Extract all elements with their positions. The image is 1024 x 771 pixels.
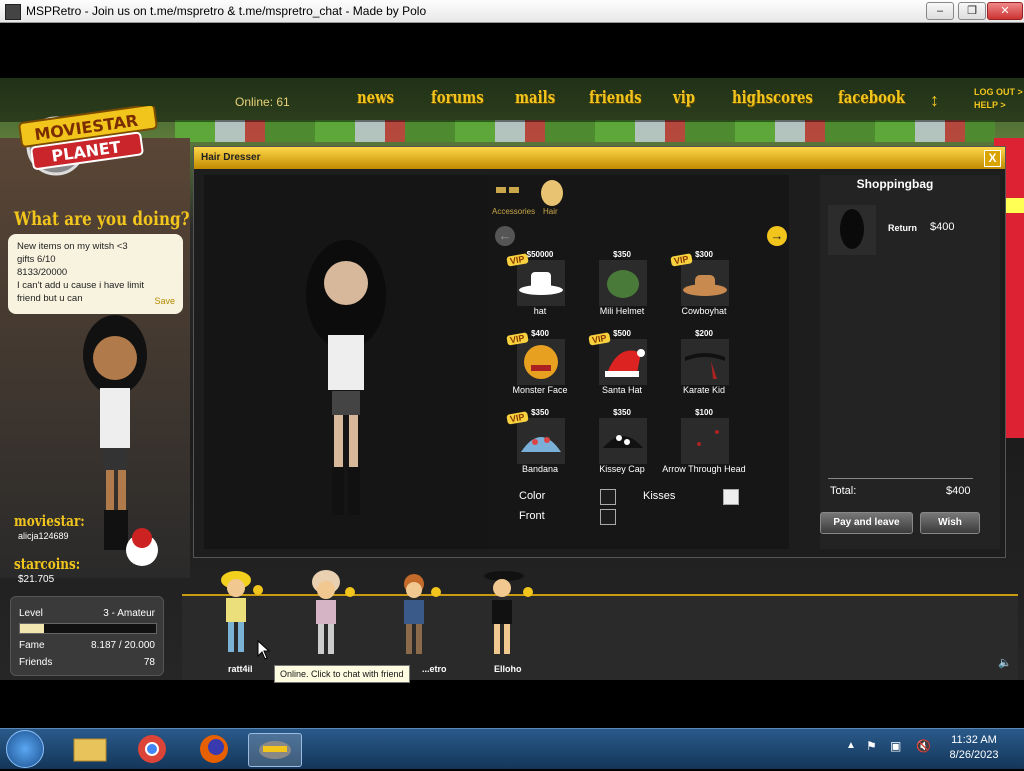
status-line: 8133/20000 [17,267,68,278]
level-progress-bar [19,623,157,634]
item-price: $200 [695,329,713,338]
kisses-checkbox[interactable] [723,489,739,505]
network-icon[interactable]: ▣ [890,739,901,753]
friends-value: 78 [143,657,155,668]
item-name: Karate Kid [682,385,726,395]
firefox-icon[interactable] [188,733,240,765]
category-accessories[interactable]: Accessories [492,207,535,216]
item-price: $350 [613,408,631,417]
item-price: $100 [695,408,713,417]
status-line: New items on my witsh <3 [17,241,128,252]
close-hairdresser-button[interactable]: X [984,150,1001,167]
clock-date: 8/26/2023 [949,749,999,761]
window-title-hairdresser: Hair Dresser [201,152,261,163]
nav-friends[interactable]: friends [589,88,642,108]
clock-time: 11:32 AM [951,734,997,746]
help-link[interactable]: HELP > [974,99,1023,112]
file-explorer-icon[interactable] [64,733,116,765]
accessories-icon[interactable] [495,183,521,197]
return-price: $400 [930,221,955,233]
hair-icon[interactable] [539,179,565,207]
nav-vip[interactable]: vip [673,88,695,108]
friend-name[interactable]: Elloho [494,664,522,674]
shop-item-karate-kid[interactable]: $200 Karate Kid [669,329,749,401]
category-hair[interactable]: Hair [543,207,558,216]
starcoins-label: starcoins: [14,555,81,573]
level-progress-fill [20,624,45,633]
friends-label: Friends [19,657,53,668]
total-divider [828,478,973,479]
nav-highscores[interactable]: highscores [732,88,813,108]
fame-value: 8.187 / 20.000 [91,640,155,651]
return-button[interactable]: Return [888,223,917,233]
total-label: Total: [830,485,857,497]
nav-news[interactable]: news [357,88,394,108]
next-page-icon[interactable]: → [767,226,787,246]
player-avatar[interactable] [70,300,180,580]
chrome-icon[interactable] [126,733,178,765]
preview-avatar [306,240,386,515]
item-name: Arrow Through Head [662,464,746,474]
background-buildings [175,120,995,142]
starcoins-value: $21.705 [18,574,55,585]
window-title: MSPRetro - Join us on t.me/mspretro & t.… [26,4,427,18]
kisses-label: Kisses [643,490,676,502]
account-links: LOG OUT > HELP > [974,86,1023,112]
status-heading: What are you doing? [14,208,190,230]
item-price: $350 [613,250,631,259]
shopping-bag: Shoppingbag Return $400 Total: $400 Pay … [820,175,1000,549]
hair-dresser-window: Hair Dresser X Accessories Hair ← → $500… [193,146,1006,558]
stats-panel: Level 3 - Amateur Fame 8.187 / 20.000 Frie… [10,596,164,676]
show-hidden-icons[interactable]: ▲ [846,740,856,751]
system-clock[interactable]: 11:32 AM 8/26/2023 [946,733,1002,763]
front-checkbox[interactable] [600,509,616,525]
prev-page-icon[interactable]: ← [495,226,515,246]
pay-and-leave-button[interactable]: Pay and leave [820,512,913,534]
username: alicja124689 [18,531,69,541]
status-line: gifts 6/10 [17,254,56,265]
shop-item-arrow-through-head[interactable]: $100 Arrow Through Head [662,408,749,480]
level-label: Level [19,608,43,619]
close-button[interactable]: ✕ [987,2,1023,20]
logout-link[interactable]: LOG OUT > [974,86,1023,99]
moviestar-planet-logo[interactable]: MOVIESTAR PLANET [14,103,160,176]
friend-avatar-elloho[interactable] [480,568,540,660]
friend-name[interactable]: ratt4il [228,664,253,674]
volume-icon[interactable]: 🔇 [916,739,931,753]
speaker-icon[interactable]: 🔈 [998,656,1012,669]
color-label: Color [519,490,546,502]
color-checkbox[interactable] [600,489,616,505]
friend-tooltip: Online. Click to chat with friend [274,665,410,683]
sort-icon[interactable]: ↕ [930,90,939,111]
friend-name[interactable]: ...etro [422,664,447,674]
minimize-button[interactable]: ‒ [926,2,954,20]
nav-facebook[interactable]: facebook [838,88,905,108]
flag-icon[interactable]: ⚑ [866,739,877,753]
window-header: Hair Dresser X [194,147,1005,169]
item-catalog: Accessories Hair ← → $50000 VIP hat $350 Mi… [487,175,789,549]
avatar-preview [204,175,489,549]
moviestar-label: moviestar: [14,512,85,530]
mouse-cursor-icon [257,640,271,660]
app-icon [5,4,21,20]
shop-item-cowboyhat[interactable]: $300 VIP Cowboyhat [669,250,749,322]
item-name: Cowboyhat [681,306,727,316]
window-titlebar: MSPRetro - Join us on t.me/mspretro & t.… [0,0,1024,23]
front-label: Front [519,510,545,522]
fame-label: Fame [19,640,45,651]
total-value: $400 [946,485,971,497]
maximize-button[interactable]: ❐ [958,2,986,20]
shoppingbag-title: Shoppingbag [856,177,934,191]
bag-item-thumb[interactable] [828,205,876,255]
status-text[interactable]: New items on my witsh <3 gifts 6/10 8133… [17,240,157,305]
nav-forums[interactable]: forums [431,88,484,108]
wish-button[interactable]: Wish [920,512,980,534]
start-button[interactable] [6,730,44,768]
friend-avatar-2[interactable] [306,568,356,660]
level-value: 3 - Amateur [103,608,155,619]
online-count: Online: 61 [235,95,290,109]
friend-avatar-3[interactable] [398,568,448,660]
nav-mails[interactable]: mails [515,88,555,108]
msp-app-taskbar-button[interactable] [248,733,302,767]
